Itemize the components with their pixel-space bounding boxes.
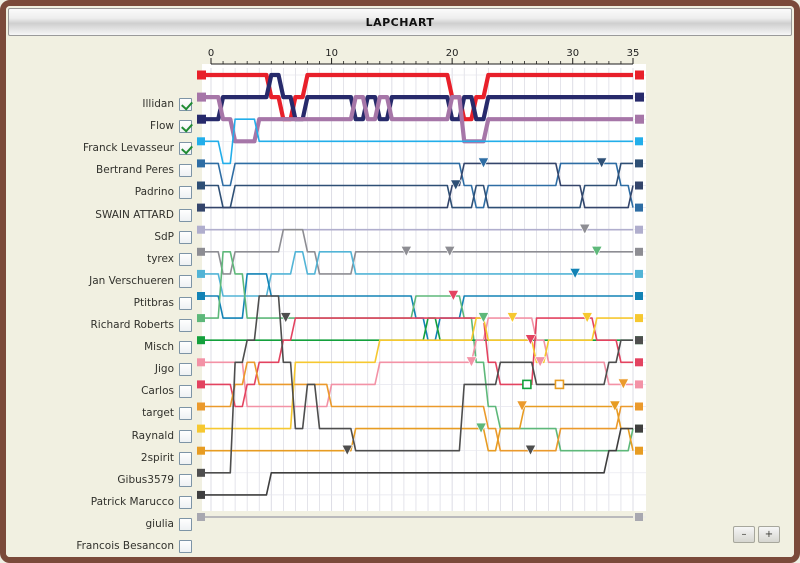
driver-name-label: Bertrand Peres [96,164,174,177]
series-end-marker [635,247,643,256]
driver-name-label: Ptitbras [133,296,174,309]
series-end-marker [635,446,643,455]
driver-checkbox-jigo[interactable] [179,363,192,377]
series-start-marker [197,203,205,212]
zoom-controls: – + [733,526,780,543]
zoom-in-button[interactable]: + [758,526,780,543]
driver-checkbox-padrino[interactable] [179,186,192,200]
series-start-marker [197,468,205,477]
driver-name-label: Francois Besancon [76,540,174,552]
series-start-marker [197,247,205,256]
series-end-marker [635,314,643,323]
driver-checkbox-ptitbras[interactable] [179,296,192,310]
series-end-marker [635,513,643,521]
driver-name-label: Jigo [154,363,174,376]
series-end-marker [635,336,643,345]
x-tick-label: 20 [446,48,459,59]
driver-checkbox-richard-roberts[interactable] [179,319,192,332]
series-start-marker [197,446,205,455]
series-start-marker [197,336,205,345]
chart-area: 0 10 20 30 35 Illidan Franck Levasseur Flow Ber… [6,36,794,553]
series-end-marker [635,203,643,212]
driver-checkbox-francois-besancon[interactable] [179,540,192,553]
series-start-marker [197,358,205,367]
series-end-marker [635,181,643,190]
series-start-marker [197,424,205,433]
series-end-marker [635,292,643,300]
driver-checkbox-flow[interactable] [179,120,192,134]
series-start-marker [197,137,205,146]
series-start-marker [197,225,205,234]
series-start-marker [197,269,205,278]
finish-marker [522,379,532,390]
driver-name-label: Richard Roberts [90,319,175,331]
series-start-marker [197,70,206,80]
series-20 [197,513,643,521]
series-end-marker [635,358,643,367]
driver-checkbox-tyrex[interactable] [179,252,192,266]
driver-checkbox-bertrand-peres[interactable] [179,164,192,178]
x-tick-label: 30 [566,48,579,59]
series-end-marker [635,424,643,433]
driver-checkbox-misch[interactable] [179,341,192,355]
zoom-out-button[interactable]: – [733,526,755,543]
series-start-marker [197,92,206,102]
series-end-marker [635,114,644,124]
driver-checkbox-sdp[interactable] [179,230,192,244]
driver-checkbox-gibus3579[interactable] [179,473,192,487]
driver-checkbox-target[interactable] [179,407,192,421]
driver-name-label: Carlos [141,385,174,398]
series-end-marker [635,225,643,234]
driver-name-label: SWAIN ATTARD [95,208,174,221]
driver-checkbox-jan-verschueren[interactable] [179,274,192,288]
finish-marker [554,379,565,390]
driver-name-label: 2spirit [140,451,174,464]
driver-name-label: Patrick Marucco [90,495,174,508]
driver-name-label: target [142,407,174,420]
series-start-marker [197,513,205,521]
series-start-marker [197,402,205,411]
driver-checkbox-raynald[interactable] [179,429,192,443]
lapchart-window: LAPCHART 0 10 20 30 35 Illidan Franck Levasse… [0,0,800,563]
driver-name-label: Jan Verschueren [89,274,174,287]
driver-checkbox-carlos[interactable] [179,385,192,399]
driver-name-label: giulia [145,517,174,530]
driver-name-label: Raynald [131,429,174,442]
driver-name-label: Gibus3579 [117,473,174,486]
series-start-marker [197,114,206,124]
series-start-marker [197,314,205,323]
series-start-marker [197,380,205,389]
x-tick-label: 35 [627,48,640,59]
series-end-marker [635,159,643,168]
series-start-marker [197,490,205,499]
series-end-marker [635,92,644,102]
driver-name-label: tyrex [147,252,174,265]
series-end-marker [635,269,643,278]
series-end-marker [635,70,644,80]
driver-name-label: Padrino [134,186,174,199]
driver-name-label: SdP [154,230,174,243]
driver-checkbox-franck-levasseur[interactable] [179,142,192,156]
x-tick-label: 10 [325,48,338,59]
x-tick-label: 0 [208,48,214,59]
driver-name-label: Franck Levasseur [82,142,174,155]
driver-checkbox-2spirit[interactable] [179,451,192,465]
series-end-marker [635,380,643,389]
driver-checkbox-patrick-marucco[interactable] [179,495,192,509]
window-inner: LAPCHART 0 10 20 30 35 Illidan Franck Levasse… [6,6,794,557]
driver-name-label: Flow [150,120,174,133]
title-bar: LAPCHART [8,8,792,36]
window-title: LAPCHART [365,15,435,29]
driver-name-label: Illidan [142,98,174,110]
driver-checkbox-illidan[interactable] [179,98,192,111]
series-end-marker [635,137,643,146]
driver-checkbox-giulia[interactable] [179,517,192,531]
driver-checkbox-swain-attard[interactable] [179,208,192,222]
series-end-marker [635,402,643,411]
window-content: 0 10 20 30 35 Illidan Franck Levasseur Flow Ber… [6,36,794,557]
driver-name-label: Misch [144,341,174,354]
series-start-marker [197,159,205,168]
series-start-marker [197,292,205,300]
series-start-marker [197,181,205,190]
